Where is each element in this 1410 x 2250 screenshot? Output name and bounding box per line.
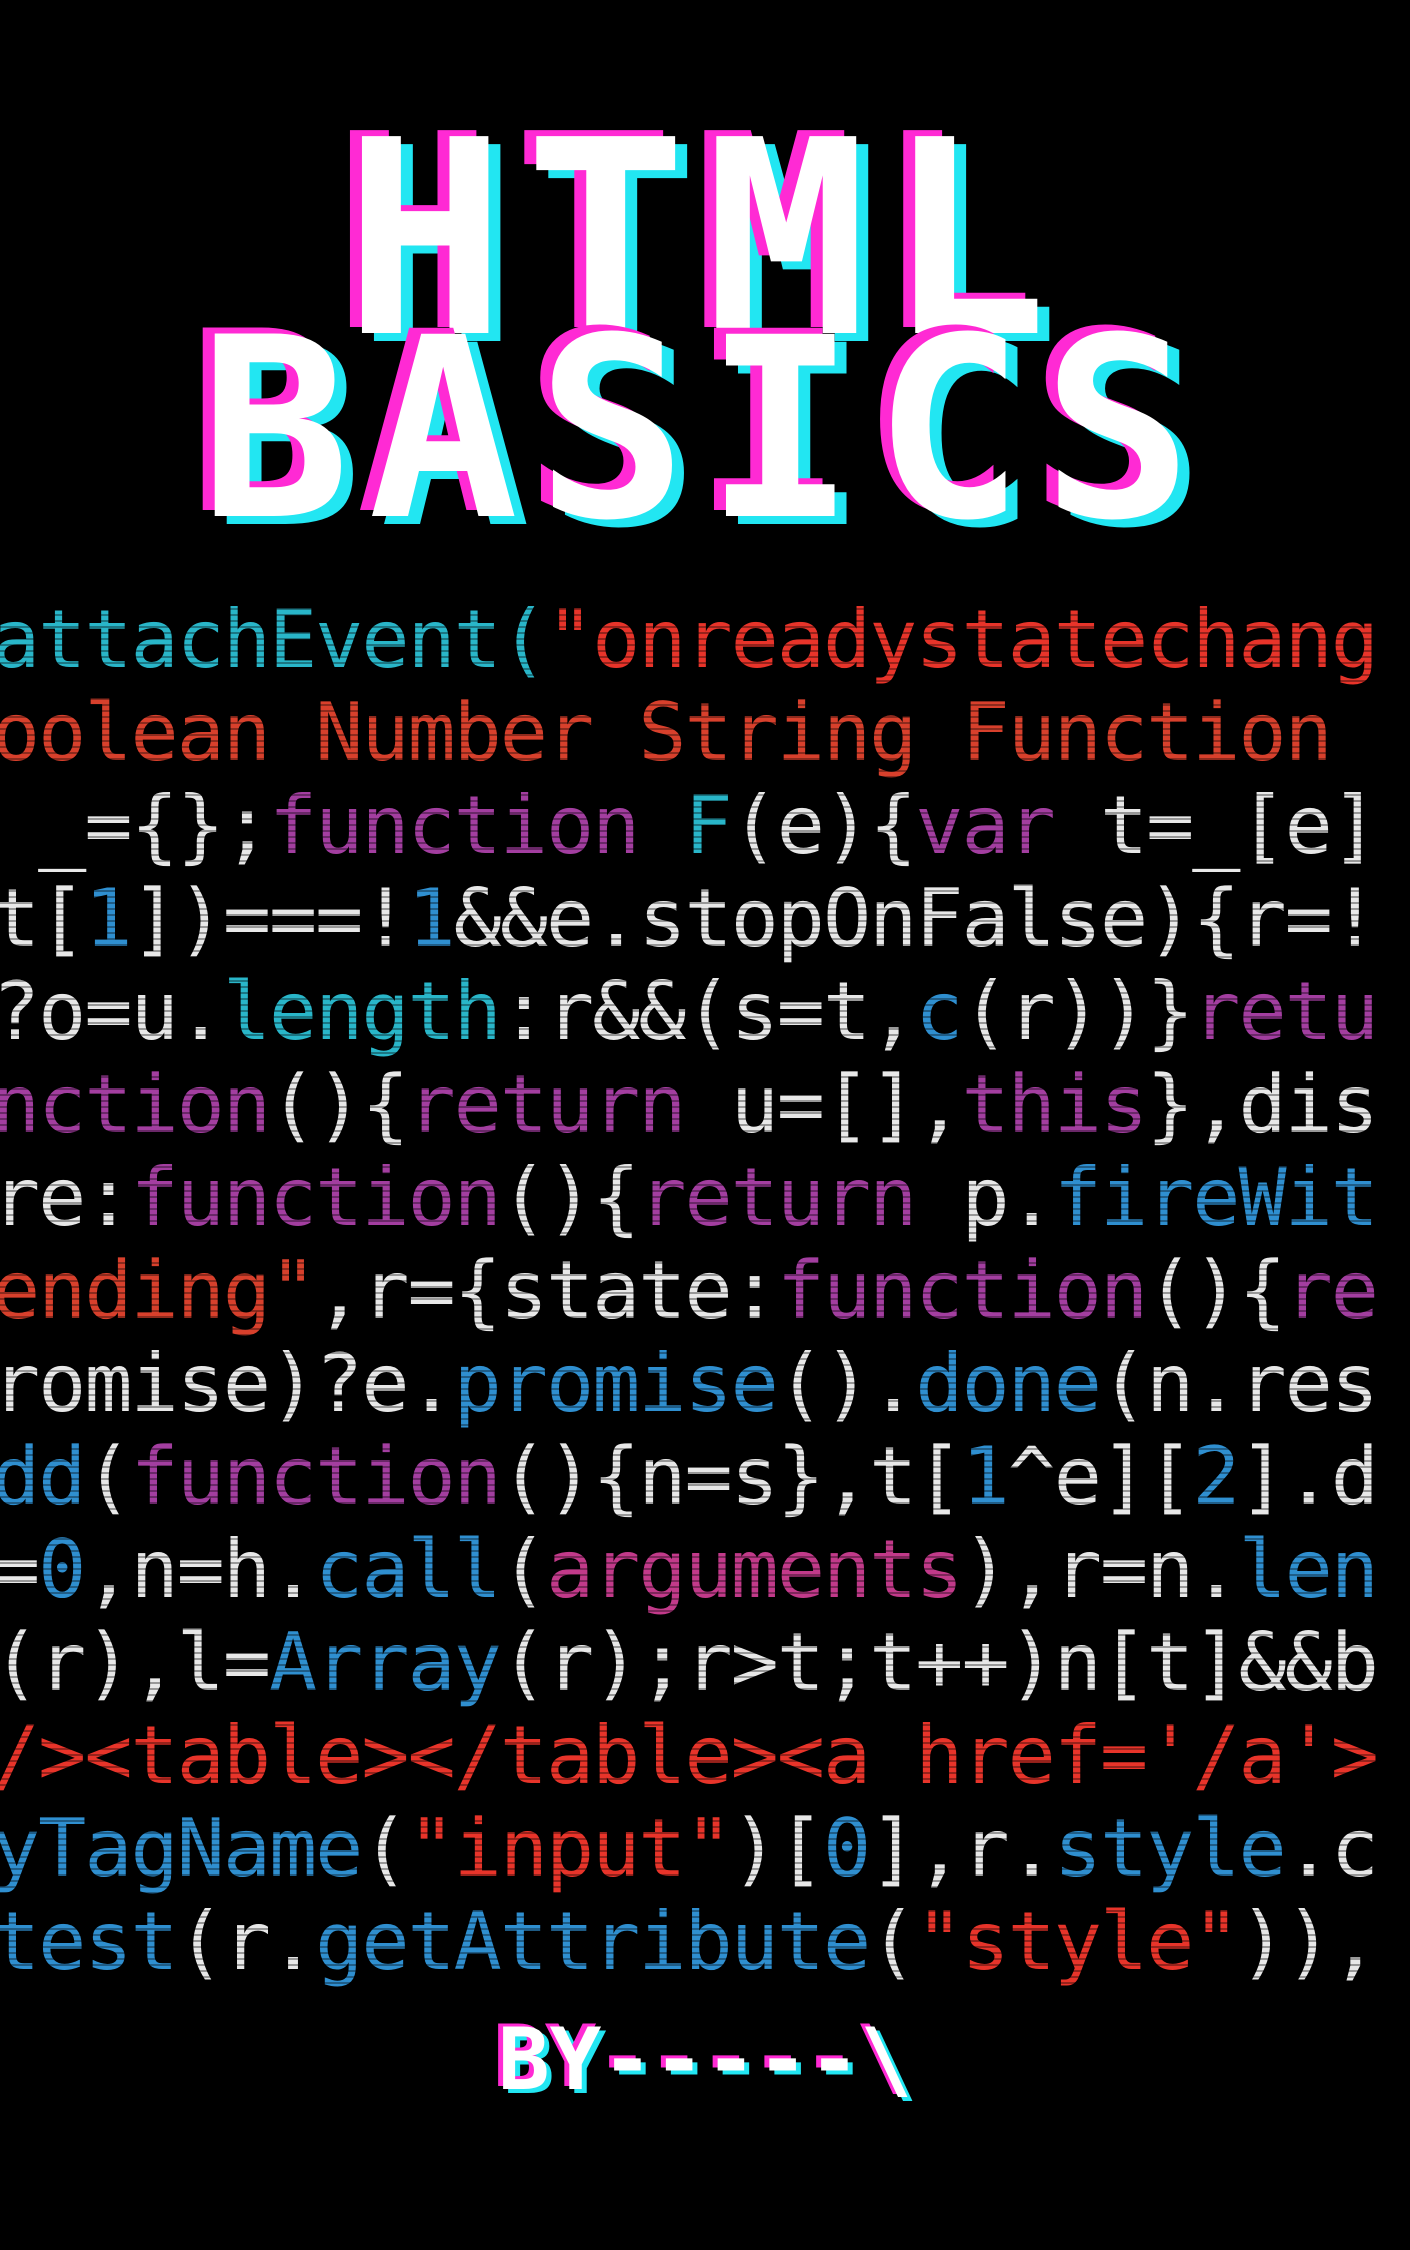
code-token: (r);r>t;t++)n[t]&&b [499,1616,1379,1709]
code-token: t=_[e] [1099,779,1379,872]
code-token: arguments [546,1523,963,1616]
code-token: 1 [407,872,455,965]
code-token: romise)?e. [0,1337,456,1430]
code-token: oolean Number String Function [0,686,1377,779]
code-token: function [130,1430,502,1523]
code-token: 2 [1192,1430,1240,1523]
code-token: )), [1238,1895,1378,1988]
code-token: = [0,1523,40,1616]
code-token: done [915,1337,1102,1430]
code-token: (n.res [1099,1337,1379,1430]
code-token: (r),l= [0,1616,271,1709]
code-token: (r))} [961,965,1194,1058]
code-token: call [315,1523,502,1616]
code-token: },dis [1146,1058,1379,1151]
code-token: function [776,1244,1148,1337]
code-token: )[ [730,1802,825,1895]
code-token: _={}; [0,779,271,872]
code-token: "style" [915,1895,1240,1988]
book-cover: HTML BASICS attachEvent("onreadystatecha… [0,0,1410,2250]
code-token: ,r={state: [315,1244,779,1337]
code-line: attachEvent("onreadystatechang [0,600,1379,690]
code-token: .c [1284,1802,1379,1895]
code-token: u=[], [730,1058,964,1151]
title-line-2: BASICS [199,284,1211,575]
code-line: _={};function F(e){var t=_[e] [0,786,1379,876]
code-token: Array [268,1616,502,1709]
code-token: (){ [499,1151,640,1244]
code-token: length [222,965,502,1058]
code-line: re:function(){return p.fireWit [0,1158,1379,1248]
code-token: /><table></table><a href='/a'> [0,1709,1379,1802]
code-token: this [961,1058,1148,1151]
code-token: ( [84,1430,132,1523]
code-background: attachEvent("onreadystatechang oolean Num… [0,600,1410,2000]
code-line: =0,n=h.call(arguments),r=n.len [0,1530,1379,1620]
code-token: (r. [176,1895,317,1988]
code-token: getAttribute [315,1895,871,1988]
code-token: ),r=n. [961,1523,1240,1616]
author-byline: BY-----\ [497,2010,913,2110]
code-token: len [1238,1523,1378,1616]
code-token: nction [0,1058,271,1151]
code-token: p. [961,1151,1055,1244]
code-line: /><table></table><a href='/a'> [0,1716,1379,1806]
code-line: (r),l=Array(r);r>t;t++)n[t]&&b [0,1623,1379,1713]
code-token: F [684,779,732,872]
code-token: re [1284,1244,1379,1337]
code-token: ending" [0,1244,317,1337]
code-line: test(r.getAttribute("style")), [0,1902,1379,1992]
code-token: fireWit [1053,1151,1379,1244]
code-token: &&e.stopOnFalse){r=! [453,872,1379,965]
code-token: (){n=s},t[ [499,1430,964,1523]
code-token: t[ [0,872,86,965]
code-line: t[1])===!1&&e.stopOnFalse){r=! [0,879,1379,969]
code-token: :r&&(s=t, [499,965,917,1058]
code-token: ],r. [869,1802,1056,1895]
code-token: 0 [822,1802,871,1895]
code-token: (){ [268,1058,409,1151]
code-token: dd [0,1430,86,1523]
code-token: c [915,965,963,1058]
code-token: test [0,1895,179,1988]
code-token: "onreadystatechang [545,600,1379,686]
code-token: (). [776,1337,917,1430]
code-line: romise)?e.promise().done(n.res [0,1344,1379,1434]
code-token: ].d [1238,1430,1378,1523]
code-token: ( [869,1895,917,1988]
code-token: ( [499,1523,548,1616]
code-token: attachEvent( [0,600,548,686]
code-line: nction(){return u=[],this},dis [0,1065,1379,1155]
code-line: dd(function(){n=s},t[1^e][2].d [0,1437,1379,1527]
code-token: re: [0,1151,132,1244]
code-token: promise [453,1337,779,1430]
code-line: yTagName("input")[0],r.style.c [0,1809,1379,1899]
code-token: function [268,779,685,872]
code-token: return [407,1058,731,1151]
code-token: "input" [407,1802,732,1895]
code-token: (e){ [730,779,918,872]
code-token: return [638,1151,962,1244]
code-token: (){ [1146,1244,1286,1337]
code-token: 0 [38,1523,86,1616]
code-token: yTagName [0,1802,363,1895]
code-token: retu [1192,965,1379,1058]
code-line: ?o=u.length:r&&(s=t,c(r))}retu [0,972,1379,1062]
code-token: 1 [961,1430,1009,1523]
code-token: ^e][ [1007,1430,1195,1523]
code-token: 1 [84,872,132,965]
code-token: style [1053,1802,1287,1895]
code-token: function [130,1151,502,1244]
code-line: oolean Number String Function [0,693,1377,783]
code-token: ?o=u. [0,965,225,1058]
code-token: ( [361,1802,409,1895]
code-token: ,n=h. [84,1523,317,1616]
code-token: ])===! [130,872,410,965]
code-token: var [915,779,1100,872]
code-line: ending",r={state:function(){re [0,1251,1379,1341]
